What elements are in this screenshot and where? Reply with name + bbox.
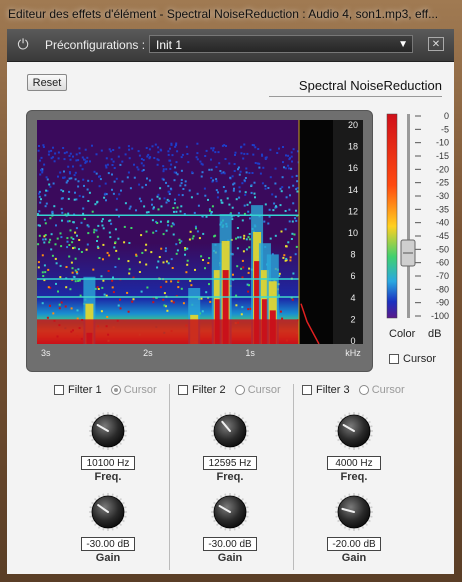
- filter-2-cursor-radio[interactable]: [234, 385, 245, 396]
- preset-header: ⏻ Préconfigurations : Init 1 ▼ ✕: [7, 29, 454, 62]
- db-tick-label: -50: [436, 244, 449, 254]
- filter-2-gain-value[interactable]: -30.00 dB: [203, 537, 257, 551]
- time-tick-label: 1s: [245, 348, 255, 358]
- filter-2-freq-value[interactable]: 12595 Hz: [203, 456, 257, 470]
- filter-3-cursor-radio[interactable]: [358, 385, 369, 396]
- filter-2-gain-label: Gain: [217, 552, 243, 564]
- slider-track[interactable]: [407, 114, 410, 318]
- filter-2-label: Filter 2: [192, 384, 226, 396]
- filter-2-checkbox[interactable]: [178, 385, 188, 396]
- color-label: Color: [389, 328, 416, 340]
- filter-1-freq-label: Freq.: [94, 471, 122, 483]
- window-title: Editeur des effets d'élément - Spectral …: [8, 7, 439, 21]
- filter-3-freq-knob[interactable]: [334, 411, 374, 451]
- cursor-checkbox[interactable]: Cursor: [389, 353, 436, 365]
- filter-3-gain-label: Gain: [341, 552, 367, 564]
- filter-2-freq-label: Freq.: [216, 471, 244, 483]
- window-frame: Editeur des effets d'élément - Spectral …: [0, 0, 462, 582]
- power-icon[interactable]: ⏻: [15, 36, 31, 52]
- filter-1-cursor-label: Cursor: [123, 384, 157, 396]
- db-tick-label: -90: [436, 298, 449, 308]
- filter-1-gain-value[interactable]: -30.00 dB: [81, 537, 135, 551]
- chevron-down-icon: ▼: [398, 39, 408, 50]
- khz-tick-label: 20: [348, 120, 358, 130]
- db-tick-label: -10: [436, 138, 449, 148]
- db-label: dB: [428, 328, 442, 340]
- filter-1-gain-label: Gain: [95, 552, 121, 564]
- khz-tick-label: 6: [350, 271, 355, 281]
- filter-1-freq-knob[interactable]: [88, 411, 128, 451]
- filter-2-cursor-label: Cursor: [247, 384, 281, 396]
- filter-2-gain-knob[interactable]: [210, 492, 250, 532]
- spectrogram-plot: [37, 120, 301, 346]
- spectrogram[interactable]: 201816141210864203s 2s 1s kHz: [37, 120, 363, 360]
- color-scale-bar: [386, 113, 398, 319]
- filter-3-cursor-label: Cursor: [371, 384, 405, 396]
- filter-1-checkbox[interactable]: [54, 385, 64, 396]
- khz-tick-label: 12: [348, 206, 358, 216]
- presets-dropdown[interactable]: Init 1 ▼: [149, 35, 413, 53]
- presets-label: Préconfigurations :: [45, 38, 146, 52]
- time-tick-label: 3s: [41, 348, 51, 358]
- filter-3: Filter 3 Cursor 4000 Hz Freq. -20.00 dB …: [302, 380, 422, 570]
- db-tick-label: -35: [436, 204, 449, 214]
- filter-1-label: Filter 1: [68, 384, 102, 396]
- db-tick-label: -60: [436, 258, 449, 268]
- cursor-label: Cursor: [403, 353, 437, 365]
- plugin-title: Spectral NoiseReduction: [268, 78, 442, 97]
- filter-3-freq-label: Freq.: [340, 471, 368, 483]
- time-tick-label: 2s: [143, 348, 153, 358]
- spectrogram-panel: 20 18 16 14 12 10 8 6 4 2 0 3s 2s 1s kHz: [26, 110, 373, 372]
- filter-2: Filter 2 Cursor 12595 Hz Freq. -30.00 dB…: [178, 380, 298, 570]
- filter-1-freq-value[interactable]: 10100 Hz: [81, 456, 135, 470]
- db-tick-label: -30: [436, 191, 449, 201]
- db-tick-label: -20: [436, 164, 449, 174]
- db-tick-label: -15: [436, 151, 449, 161]
- db-tick-label: -40: [436, 218, 449, 228]
- khz-tick-label: 8: [350, 250, 355, 260]
- khz-tick-label: 14: [348, 185, 358, 195]
- db-tick-label: -25: [436, 178, 449, 188]
- khz-unit-label: kHz: [345, 348, 361, 358]
- db-tick-label: 0: [444, 111, 449, 121]
- reset-button[interactable]: Reset: [27, 74, 67, 91]
- filter-1-cursor-radio[interactable]: [110, 385, 121, 396]
- close-icon[interactable]: ✕: [428, 37, 444, 51]
- filter-3-label: Filter 3: [316, 384, 350, 396]
- filter-2-freq-knob[interactable]: [210, 411, 250, 451]
- db-tick-label: -80: [436, 284, 449, 294]
- filter-1-gain-knob[interactable]: [88, 492, 128, 532]
- khz-tick-label: 18: [348, 142, 358, 152]
- effect-panel: Reset Spectral NoiseReduction 20 18 16 14 12…: [7, 62, 454, 574]
- db-tick-label: -45: [436, 231, 449, 241]
- filter-3-gain-value[interactable]: -20.00 dB: [327, 537, 381, 551]
- filter-3-gain-knob[interactable]: [334, 492, 374, 532]
- db-tick-label: -100: [431, 311, 449, 321]
- level-meter: 0 -5 -10 -15 -20 -25 -30 -35 -40 -45 -50 -60 -70 -80 -…: [386, 111, 449, 321]
- filter-3-checkbox[interactable]: [302, 385, 312, 396]
- khz-tick-label: 2: [350, 314, 355, 324]
- filter-1: Filter 1 Cursor 10100 Hz Freq. -30.00 dB…: [54, 380, 174, 570]
- preset-value: Init 1: [156, 38, 183, 52]
- db-tick-label: -5: [441, 124, 449, 134]
- db-tick-label: -70: [436, 271, 449, 281]
- khz-tick-label: 4: [350, 293, 355, 303]
- filter-3-freq-value[interactable]: 4000 Hz: [327, 456, 381, 470]
- checkbox-box[interactable]: [389, 354, 399, 365]
- khz-tick-label: 16: [348, 163, 358, 173]
- khz-tick-label: 10: [348, 228, 358, 238]
